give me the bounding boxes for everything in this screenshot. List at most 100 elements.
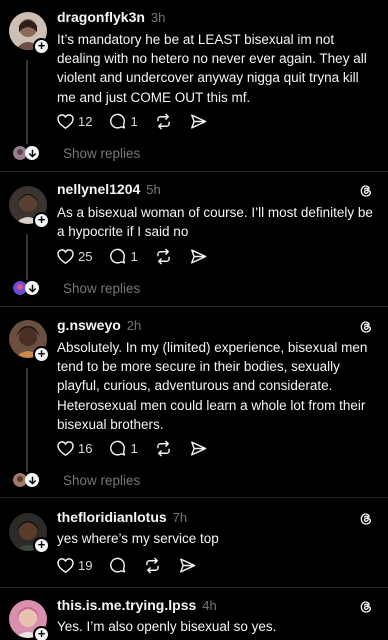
timestamp: 3h — [150, 10, 166, 25]
post-text-line: Yes. I’m also openly bisexual so yes. — [57, 619, 277, 634]
show-replies-row[interactable]: Show replies — [13, 143, 140, 163]
repost-icon — [156, 113, 170, 129]
reply-count: 1 — [130, 248, 138, 264]
post-header: g.nsweyo 2h — [57, 317, 141, 337]
share-button[interactable] — [189, 247, 208, 266]
post-header: this.is.me.trying.lpss 4h — [57, 597, 217, 617]
show-replies-label[interactable]: Show replies — [63, 281, 140, 296]
post-text-line: a hypocrite if I said no — [57, 224, 189, 240]
action-bar: 19 — [56, 555, 213, 575]
like-count: 12 — [78, 113, 93, 129]
username[interactable]: nellynel1204 — [57, 181, 140, 197]
show-replies-label[interactable]: Show replies — [63, 473, 140, 488]
action-bar: 12 1 — [56, 111, 224, 131]
repost-icon — [156, 440, 170, 456]
thread-line — [26, 60, 28, 144]
username[interactable]: this.is.me.trying.lpss — [57, 597, 196, 613]
reply-button[interactable]: 1 — [108, 112, 138, 131]
post-text-line: me and just COME OUT this mf. — [57, 89, 251, 105]
post: + thefloridianlotus 7h yes where’s my se… — [0, 498, 388, 586]
share-button[interactable] — [189, 439, 208, 458]
timestamp: 7h — [172, 510, 188, 525]
post-text: It’s mandatory he be at LEAST bisexual i… — [57, 30, 379, 107]
heart-icon — [57, 113, 74, 129]
post-text: Absolutely. In my (limited) experience, … — [57, 338, 379, 434]
reply-button[interactable]: 1 — [108, 247, 138, 266]
post-text: As a bisexual woman of course. I’ll most… — [57, 203, 379, 241]
post-text-line: Heterosexual men could learn a whole lot… — [57, 397, 366, 413]
comment-icon — [110, 113, 126, 129]
follow-plus-icon[interactable]: + — [33, 346, 50, 363]
threads-logo-icon[interactable] — [358, 183, 374, 199]
follow-plus-icon[interactable]: + — [33, 537, 50, 554]
threads-replies-feed: + dragonflyk3n 3h It’s mandatory he be a… — [0, 0, 388, 640]
reply-button[interactable] — [108, 556, 127, 575]
reply-button[interactable]: 1 — [108, 439, 138, 458]
post-header: thefloridianlotus 7h — [57, 509, 187, 529]
timestamp: 4h — [202, 598, 217, 613]
heart-icon — [57, 557, 74, 573]
reply-count: 1 — [130, 440, 138, 456]
action-bar: 16 1 — [56, 438, 224, 458]
post-text-line: Absolutely. In my (limited) experience, … — [57, 340, 368, 355]
post-text-line: bisexual brothers. — [57, 416, 164, 432]
threads-logo-icon[interactable] — [358, 319, 374, 335]
like-count: 19 — [78, 557, 93, 573]
send-icon — [190, 113, 207, 129]
repost-button[interactable] — [154, 247, 173, 266]
post-text-line: tend to be more secure in their bodies, … — [57, 359, 340, 375]
post-text-line: dealing with no hetero no never ever aga… — [57, 51, 367, 67]
like-button[interactable]: 12 — [56, 112, 92, 131]
follow-plus-icon[interactable]: + — [33, 212, 50, 229]
repost-icon — [146, 557, 160, 573]
post-text: yes where’s my service top — [57, 529, 379, 548]
heart-icon — [57, 440, 74, 456]
thread-line — [26, 368, 28, 472]
repost-button[interactable] — [143, 556, 162, 575]
threads-logo-icon[interactable] — [358, 511, 374, 527]
post-text-line: yes where’s my service top — [57, 531, 219, 546]
like-button[interactable]: 19 — [56, 556, 92, 575]
post-text-line: It’s mandatory he be at LEAST bisexual i… — [57, 32, 335, 47]
show-replies-row[interactable]: Show replies — [13, 470, 140, 490]
comment-icon — [110, 557, 126, 573]
follow-plus-icon[interactable]: + — [33, 626, 50, 640]
repost-button[interactable] — [154, 112, 173, 131]
username[interactable]: dragonflyk3n — [57, 9, 145, 25]
post-header: dragonflyk3n 3h — [57, 9, 165, 29]
timestamp: 2h — [126, 318, 142, 333]
action-bar: 25 1 — [56, 246, 224, 266]
heart-icon — [57, 248, 74, 264]
share-button[interactable] — [178, 556, 197, 575]
follow-plus-icon[interactable]: + — [33, 38, 50, 55]
comment-icon — [110, 440, 126, 456]
thread-line — [26, 234, 28, 280]
timestamp: 5h — [146, 182, 161, 197]
username[interactable]: g.nsweyo — [57, 317, 121, 333]
post: + g.nsweyo 2h Absolutely. In my (limited… — [0, 307, 388, 497]
send-icon — [190, 440, 207, 456]
post-header: nellynel1204 5h — [57, 181, 161, 201]
send-icon — [180, 557, 196, 573]
share-button[interactable] — [189, 112, 208, 131]
like-button[interactable]: 25 — [56, 247, 92, 266]
repost-icon — [156, 248, 170, 264]
send-icon — [190, 248, 207, 264]
chevron-down-icon — [25, 146, 39, 160]
chevron-down-icon — [25, 281, 39, 295]
like-count: 16 — [78, 440, 93, 456]
repost-button[interactable] — [154, 439, 173, 458]
like-count: 25 — [78, 248, 93, 264]
post-text-line: playful, curious, adventurous and consid… — [57, 378, 333, 394]
post-text: Yes. I’m also openly bisexual so yes. — [57, 617, 379, 636]
post: + dragonflyk3n 3h It’s mandatory he be a… — [0, 0, 388, 170]
like-button[interactable]: 16 — [56, 439, 92, 458]
threads-logo-icon[interactable] — [358, 599, 374, 615]
username[interactable]: thefloridianlotus — [57, 509, 167, 525]
reply-count: 1 — [130, 113, 138, 129]
show-replies-label[interactable]: Show replies — [63, 146, 140, 161]
post-text-line: violent and undercover anyway nigga quit… — [57, 70, 359, 86]
show-replies-row[interactable]: Show replies — [13, 278, 140, 298]
chevron-down-icon — [25, 473, 39, 487]
post: + this.is.me.trying.lpss 4h Yes. I’m als… — [0, 588, 388, 640]
